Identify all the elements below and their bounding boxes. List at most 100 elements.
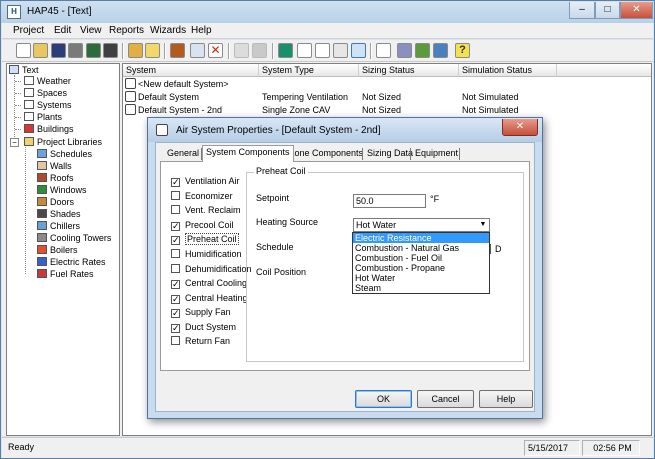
- checkbox-precool-coil[interactable]: ✓ Precool Coil: [171, 220, 234, 233]
- checkbox-box[interactable]: ✓: [171, 178, 180, 187]
- tree-item-fuel-rates[interactable]: Fuel Rates: [37, 268, 94, 280]
- tree-item-chillers[interactable]: Chillers: [37, 220, 80, 232]
- checkbox-box[interactable]: [171, 264, 180, 273]
- expand-collapse-icon[interactable]: −: [10, 138, 19, 147]
- option-combustion-natural-gas[interactable]: Combustion - Natural Gas: [353, 243, 489, 253]
- tab-zone-components[interactable]: Zone Components: [286, 147, 366, 161]
- heating-source-select[interactable]: Hot Water ▼: [353, 218, 490, 232]
- edit-icon[interactable]: [145, 43, 160, 58]
- analysis-icon[interactable]: [433, 43, 448, 58]
- checkbox-box[interactable]: ✓: [171, 295, 180, 304]
- checkbox-preheat-coil[interactable]: ✓ Preheat Coil: [171, 233, 239, 247]
- calculate-icon[interactable]: [278, 43, 293, 58]
- column-header-system-type[interactable]: System Type: [259, 64, 359, 77]
- tab-sizing-data[interactable]: Sizing Data: [364, 147, 416, 161]
- maximize-button[interactable]: □: [595, 2, 620, 19]
- tree-item-buildings[interactable]: Buildings: [24, 123, 74, 135]
- delete-icon[interactable]: ✕: [208, 43, 223, 58]
- menu-help[interactable]: Help: [191, 25, 212, 36]
- checkbox-ventilation-air[interactable]: ✓ Ventilation Air: [171, 176, 240, 189]
- close-button[interactable]: ✕: [620, 2, 653, 19]
- checkbox-vent-reclaim[interactable]: Vent. Reclaim: [171, 205, 241, 218]
- checkbox-box[interactable]: ✓: [171, 222, 180, 231]
- chevron-down-icon[interactable]: ▼: [477, 219, 489, 231]
- menu-view[interactable]: View: [80, 25, 102, 36]
- checkbox-box[interactable]: [171, 191, 180, 200]
- chart-icon[interactable]: [397, 43, 412, 58]
- tab-system-components[interactable]: System Components: [202, 145, 294, 162]
- table-row[interactable]: Default System Tempering Ventilation Not…: [123, 91, 651, 104]
- checkbox-box[interactable]: [171, 205, 180, 214]
- cancel-button[interactable]: Cancel: [417, 390, 474, 408]
- tab-general[interactable]: General: [164, 147, 202, 161]
- tab-equipment[interactable]: Equipment: [412, 147, 461, 161]
- help-button[interactable]: Help: [479, 390, 533, 408]
- graph-icon[interactable]: [415, 43, 430, 58]
- column-header-sizing-status[interactable]: Sizing Status: [359, 64, 459, 77]
- option-combustion-fuel-oil[interactable]: Combustion - Fuel Oil: [353, 253, 489, 263]
- schedule-button[interactable]: D: [490, 244, 502, 254]
- library-icon[interactable]: [86, 43, 101, 58]
- checkbox-return-fan[interactable]: Return Fan: [171, 336, 230, 349]
- diamond-icon[interactable]: [252, 43, 267, 58]
- menu-wizards[interactable]: Wizards: [150, 25, 186, 36]
- help-icon[interactable]: ?: [455, 43, 470, 58]
- tree-item-weather[interactable]: Weather: [24, 75, 71, 87]
- tree-item-roofs[interactable]: Roofs: [37, 172, 74, 184]
- list-view-icon[interactable]: [333, 43, 348, 58]
- report-icon[interactable]: [376, 43, 391, 58]
- dialog-title-bar[interactable]: Air System Properties - [Default System …: [148, 118, 542, 142]
- column-header-system[interactable]: System: [123, 64, 259, 77]
- archive-icon[interactable]: [103, 43, 118, 58]
- menu-project[interactable]: Project: [13, 25, 44, 36]
- menu-reports[interactable]: Reports: [109, 25, 144, 36]
- tree-item-spaces[interactable]: Spaces: [24, 87, 67, 99]
- column-header-simulation-status[interactable]: Simulation Status: [459, 64, 557, 77]
- tree-item-project-libraries[interactable]: Project Libraries: [24, 136, 102, 148]
- save-icon[interactable]: [51, 43, 66, 58]
- checkbox-box[interactable]: ✓: [171, 309, 180, 318]
- menu-edit[interactable]: Edit: [54, 25, 71, 36]
- hierarchy-icon[interactable]: [315, 43, 330, 58]
- option-electric-resistance[interactable]: Electric Resistance: [353, 233, 489, 243]
- option-steam[interactable]: Steam: [353, 283, 489, 293]
- properties-icon[interactable]: [234, 43, 249, 58]
- checkbox-box[interactable]: ✓: [171, 236, 180, 245]
- new-icon[interactable]: [16, 43, 31, 58]
- checkbox-humidification[interactable]: Humidification: [171, 249, 242, 262]
- tree-item-shades[interactable]: Shades: [37, 208, 81, 220]
- details-view-icon[interactable]: [351, 43, 366, 58]
- checkbox-economizer[interactable]: Economizer: [171, 191, 233, 204]
- ok-button[interactable]: OK: [355, 390, 412, 408]
- checkbox-box[interactable]: [171, 249, 180, 258]
- tree-item-doors[interactable]: Doors: [37, 196, 74, 208]
- grid-icon[interactable]: [170, 43, 185, 58]
- checkbox-box[interactable]: ✓: [171, 324, 180, 333]
- title-bar[interactable]: H HAP45 - [Text] – □ ✕: [1, 1, 654, 23]
- checkbox-box[interactable]: ✓: [171, 280, 180, 289]
- print-icon[interactable]: [68, 43, 83, 58]
- copy-icon[interactable]: [190, 43, 205, 58]
- option-hot-water[interactable]: Hot Water: [353, 273, 489, 283]
- checkbox-box[interactable]: [171, 336, 180, 345]
- checkbox-dehumidification[interactable]: Dehumidification: [171, 264, 252, 277]
- tree-item-boilers[interactable]: Boilers: [37, 244, 78, 256]
- tree-item-electric-rates[interactable]: Electric Rates: [37, 256, 106, 268]
- dialog-close-button[interactable]: ✕: [502, 119, 538, 136]
- checkbox-central-heating[interactable]: ✓ Central Heating: [171, 293, 248, 306]
- setpoint-input[interactable]: [353, 194, 426, 208]
- tree-item-walls[interactable]: Walls: [37, 160, 72, 172]
- wizard-icon[interactable]: [128, 43, 143, 58]
- checkbox-duct-system[interactable]: ✓ Duct System: [171, 322, 236, 335]
- table-row[interactable]: Default System - 2nd Single Zone CAV Not…: [123, 104, 651, 117]
- checkbox-central-cooling[interactable]: ✓ Central Cooling: [171, 278, 247, 291]
- tree-item-plants[interactable]: Plants: [24, 111, 62, 123]
- table-row[interactable]: <New default System>: [123, 78, 651, 91]
- tree-item-cooling-towers[interactable]: Cooling Towers: [37, 232, 111, 244]
- option-combustion-propane[interactable]: Combustion - Propane: [353, 263, 489, 273]
- tree-item-schedules[interactable]: Schedules: [37, 148, 92, 160]
- tree-view-icon[interactable]: [297, 43, 312, 58]
- checkbox-supply-fan[interactable]: ✓ Supply Fan: [171, 307, 231, 320]
- tree-item-systems[interactable]: Systems: [24, 99, 72, 111]
- open-folder-icon[interactable]: [33, 43, 48, 58]
